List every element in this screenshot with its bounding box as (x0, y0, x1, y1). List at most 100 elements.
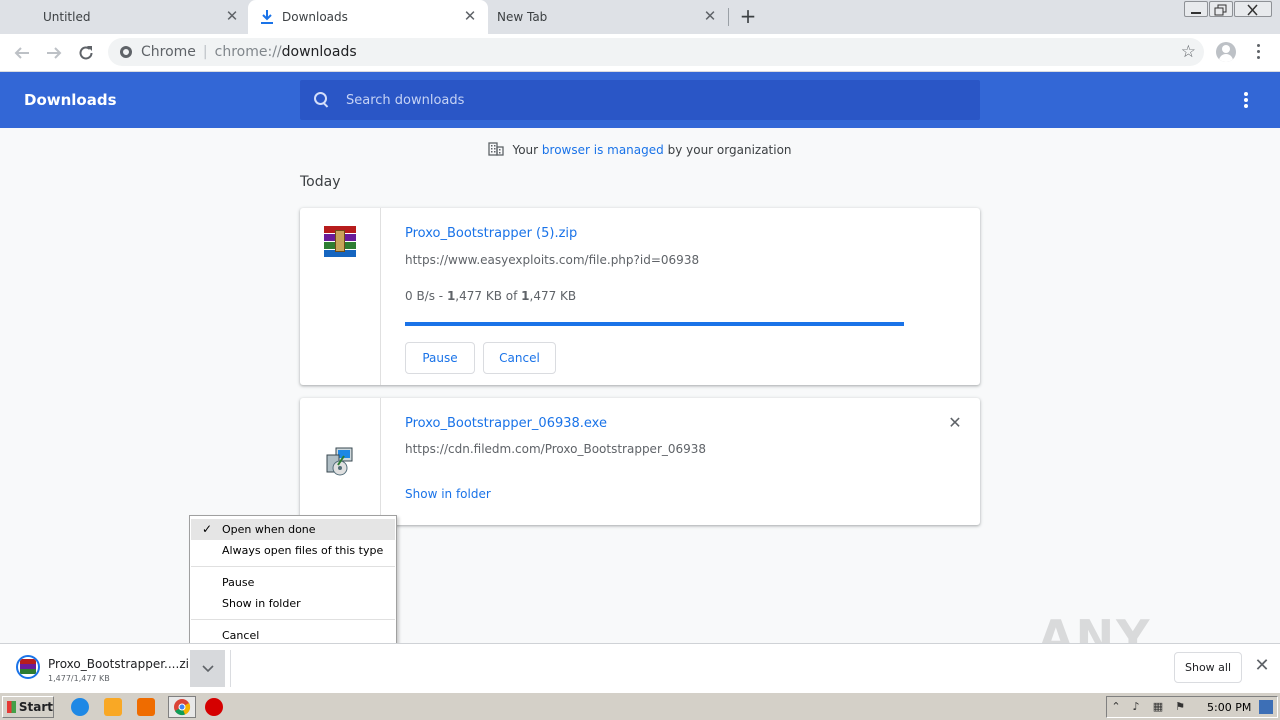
winrar-archive-icon (324, 226, 356, 258)
status-done-rest: ,477 KB of (455, 289, 522, 303)
clock: 5:00 PM (1207, 701, 1252, 714)
tab-untitled[interactable]: Untitled ✕ (0, 0, 248, 34)
shelf-file-name: Proxo_Bootstrapper....zip (48, 657, 197, 671)
menu-item-label: Show in folder (222, 597, 301, 610)
tab-label: New Tab (497, 10, 548, 24)
managed-notice: Your browser is managed by your organiza… (0, 142, 1280, 157)
search-icon (314, 92, 330, 108)
download-shelf: Proxo_Bootstrapper....zip 1,477/1,477 KB… (0, 643, 1280, 692)
menu-item-label: Open when done (222, 523, 316, 536)
forward-arrow-icon[interactable] (42, 41, 66, 65)
file-explorer-icon[interactable] (104, 698, 122, 716)
close-window-button[interactable] (1234, 1, 1272, 17)
managed-prefix: Your (512, 143, 539, 157)
file-name-link[interactable]: Proxo_Bootstrapper (5).zip (405, 226, 577, 241)
tab-divider (728, 8, 729, 26)
file-url[interactable]: https://www.easyexploits.com/file.php?id… (405, 253, 699, 267)
winrar-archive-icon (16, 655, 40, 679)
download-context-menu: ✓ Open when done Always open files of th… (189, 515, 397, 649)
file-url[interactable]: https://cdn.filedm.com/Proxo_Bootstrappe… (405, 442, 706, 456)
tab-downloads[interactable]: Downloads ✕ (248, 0, 488, 34)
status-total-rest: ,477 KB (529, 289, 577, 303)
menu-item-pause[interactable]: Pause (191, 572, 395, 593)
address-chip: Chrome (141, 44, 196, 60)
volume-icon[interactable]: ♪ (1129, 700, 1143, 714)
tray-expand-icon[interactable]: ⌃ (1109, 700, 1123, 714)
page-title: Downloads (24, 91, 117, 109)
download-icon (260, 9, 274, 25)
flag-icon[interactable]: ⚑ (1173, 700, 1187, 714)
browser-toolbar: Chrome | chrome://downloads ☆ (0, 34, 1280, 72)
menu-separator (191, 619, 395, 620)
menu-item-always-open[interactable]: Always open files of this type (191, 540, 395, 561)
progress-fill (405, 322, 904, 326)
menu-item-show-in-folder[interactable]: Show in folder (191, 593, 395, 614)
reload-icon[interactable] (74, 41, 98, 65)
tab-close-icon[interactable]: ✕ (224, 8, 240, 24)
download-status: 0 B/s - 1,477 KB of 1,477 KB (405, 289, 576, 303)
media-player-icon[interactable] (137, 698, 155, 716)
downloads-header: Downloads (0, 72, 1280, 128)
bookmark-star-icon[interactable]: ☆ (1181, 42, 1196, 62)
restore-window-button[interactable] (1209, 1, 1233, 17)
windows-taskbar: Start ⌃ ♪ ▦ ⚑ 5:00 PM (0, 692, 1280, 720)
back-arrow-icon[interactable] (10, 41, 34, 65)
shelf-divider (230, 650, 231, 687)
start-button[interactable]: Start (2, 696, 54, 718)
tab-label: Downloads (282, 10, 348, 24)
download-card: Proxo_Bootstrapper_06938.exe https://cdn… (300, 398, 980, 525)
browser-menu-icon[interactable] (1253, 43, 1263, 61)
building-icon (488, 142, 505, 156)
tab-strip: Untitled ✕ Downloads ✕ New Tab ✕ + (0, 0, 1280, 34)
status-total-digit: 1 (521, 289, 530, 303)
file-icon-column (300, 208, 381, 385)
menu-item-label: Cancel (222, 629, 260, 642)
chrome-taskbar-icon[interactable] (168, 696, 196, 718)
start-label: Start (18, 700, 53, 714)
internet-explorer-icon[interactable] (71, 698, 89, 716)
minimize-window-button[interactable] (1184, 1, 1208, 17)
shelf-item-menu-chevron-down-icon[interactable] (190, 650, 225, 687)
cancel-button[interactable]: Cancel (483, 342, 556, 374)
checkmark-icon: ✓ (202, 522, 213, 536)
address-separator: | (202, 44, 208, 60)
file-name-link[interactable]: Proxo_Bootstrapper_06938.exe (405, 416, 607, 431)
network-icon[interactable]: ▦ (1151, 700, 1165, 714)
show-in-folder-link[interactable]: Show in folder (405, 487, 491, 501)
menu-item-label: Pause (222, 576, 255, 589)
status-speed: 0 B/s - (405, 289, 447, 303)
pause-button[interactable]: Pause (405, 342, 475, 374)
download-card: Proxo_Bootstrapper (5).zip https://www.e… (300, 208, 980, 385)
address-text: Chrome | chrome://downloads (141, 44, 357, 60)
search-input[interactable] (346, 80, 966, 120)
tab-label: Untitled (43, 10, 91, 24)
tab-new-tab[interactable]: New Tab ✕ (488, 0, 728, 34)
shelf-close-icon[interactable]: ✕ (1254, 657, 1270, 675)
address-scheme: chrome:// (214, 44, 282, 60)
shelf-file-size: 1,477/1,477 KB (48, 674, 110, 683)
search-box[interactable] (300, 80, 980, 120)
show-all-button[interactable]: Show all (1174, 652, 1242, 683)
managed-link[interactable]: browser is managed (542, 143, 664, 157)
menu-separator (191, 566, 395, 567)
menu-item-label: Always open files of this type (222, 544, 384, 557)
date-section-label: Today (300, 174, 341, 190)
chrome-page-icon (120, 46, 132, 58)
file-icon-column (300, 398, 381, 525)
installer-exe-icon (324, 446, 356, 478)
address-bar[interactable]: Chrome | chrome://downloads (108, 38, 1204, 66)
menu-item-open-when-done[interactable]: ✓ Open when done (191, 519, 395, 540)
system-tray: ⌃ ♪ ▦ ⚑ 5:00 PM (1106, 696, 1278, 718)
remove-from-list-close-icon[interactable]: ✕ (948, 415, 962, 431)
alert-app-icon[interactable] (205, 698, 223, 716)
download-progress-bar (405, 322, 904, 326)
more-actions-icon[interactable] (1241, 92, 1251, 110)
windows-logo-icon (7, 701, 16, 713)
show-desktop-icon[interactable] (1259, 700, 1273, 714)
new-tab-plus-icon[interactable]: + (738, 6, 758, 26)
shelf-download-item[interactable]: Proxo_Bootstrapper....zip 1,477/1,477 KB (8, 650, 197, 687)
managed-suffix: by your organization (667, 143, 792, 157)
tab-close-icon[interactable]: ✕ (462, 8, 478, 24)
tab-close-icon[interactable]: ✕ (702, 8, 718, 24)
profile-avatar-icon[interactable] (1216, 42, 1236, 62)
